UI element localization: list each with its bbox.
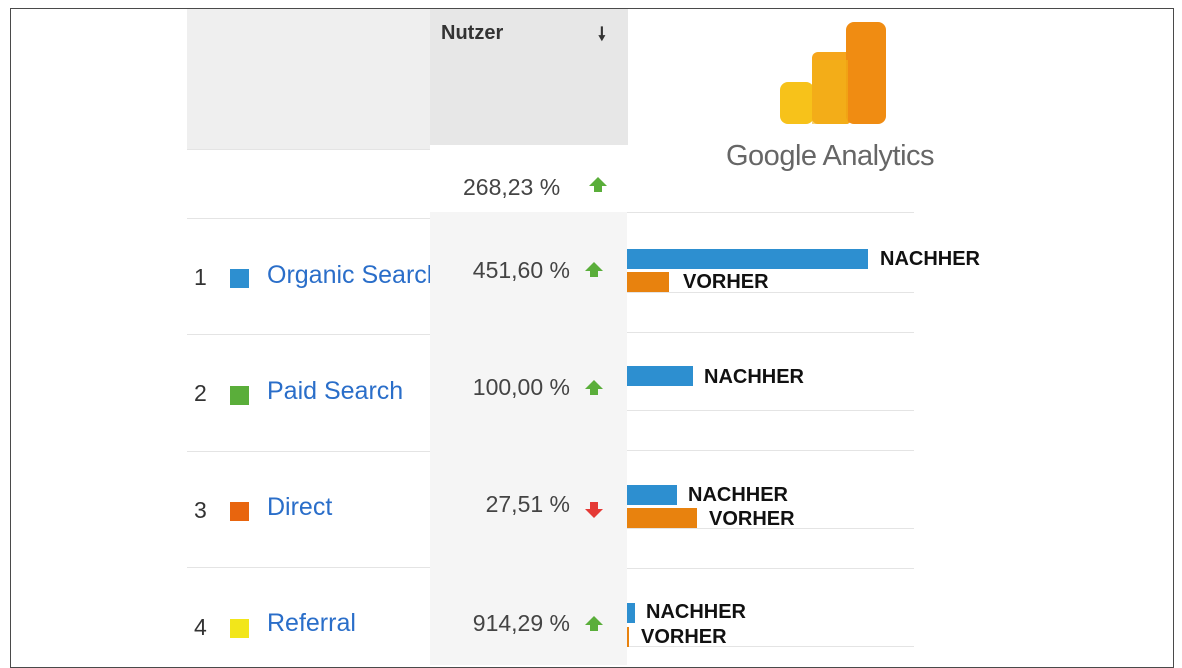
trend-down-icon: [585, 502, 603, 518]
before-bar: [627, 508, 697, 528]
after-label: NACHHER: [880, 248, 980, 270]
divider: [187, 451, 430, 452]
channel-link-referral[interactable]: Referral: [267, 609, 430, 638]
after-bar: [627, 249, 868, 269]
before-bar: [627, 272, 669, 292]
trend-up-icon: [585, 262, 603, 277]
channel-link-organic-search[interactable]: Organic Search: [267, 261, 430, 290]
before-bar: [627, 627, 629, 647]
change-value: 100,00 %: [472, 374, 570, 400]
divider: [627, 212, 914, 213]
after-label: NACHHER: [704, 366, 804, 388]
trend-up-icon: [585, 380, 603, 395]
row-rank: 4: [194, 614, 207, 640]
users-column-title[interactable]: Nutzer: [441, 22, 503, 45]
row-rank: 2: [194, 380, 207, 406]
change-value: 914,29 %: [472, 610, 570, 636]
change-value: 451,60 %: [472, 257, 570, 283]
sort-descending-icon[interactable]: 🠗: [598, 22, 606, 52]
row-rank: 1: [194, 264, 207, 290]
before-label: VORHER: [641, 626, 727, 648]
divider: [187, 567, 430, 568]
google-analytics-logo-icon: [780, 22, 886, 124]
divider: [187, 149, 430, 150]
divider: [187, 218, 430, 219]
after-bar: [627, 366, 693, 386]
divider: [627, 568, 914, 569]
trend-up-icon: [585, 616, 603, 631]
channel-link-paid-search[interactable]: Paid Search: [267, 377, 430, 406]
before-label: VORHER: [683, 271, 769, 293]
channel-color-swatch: [230, 619, 249, 638]
google-analytics-wordmark: Google Analytics: [726, 140, 935, 172]
divider: [627, 410, 914, 411]
divider: [627, 292, 914, 293]
total-change-value: 268,23 %: [463, 174, 561, 200]
after-label: NACHHER: [688, 484, 788, 506]
change-value: 27,51 %: [485, 491, 570, 517]
after-label: NACHHER: [646, 601, 746, 623]
trend-up-icon: [589, 177, 607, 192]
before-label: VORHER: [709, 508, 795, 530]
channel-color-swatch: [230, 502, 249, 521]
divider: [627, 332, 914, 333]
after-bar: [627, 603, 635, 623]
channel-color-swatch: [230, 386, 249, 405]
channel-color-swatch: [230, 269, 249, 288]
table-header-blank: [187, 9, 430, 149]
row-rank: 3: [194, 497, 207, 523]
channel-link-direct[interactable]: Direct: [267, 493, 430, 522]
divider: [187, 334, 430, 335]
divider: [627, 450, 914, 451]
after-bar: [627, 485, 677, 505]
